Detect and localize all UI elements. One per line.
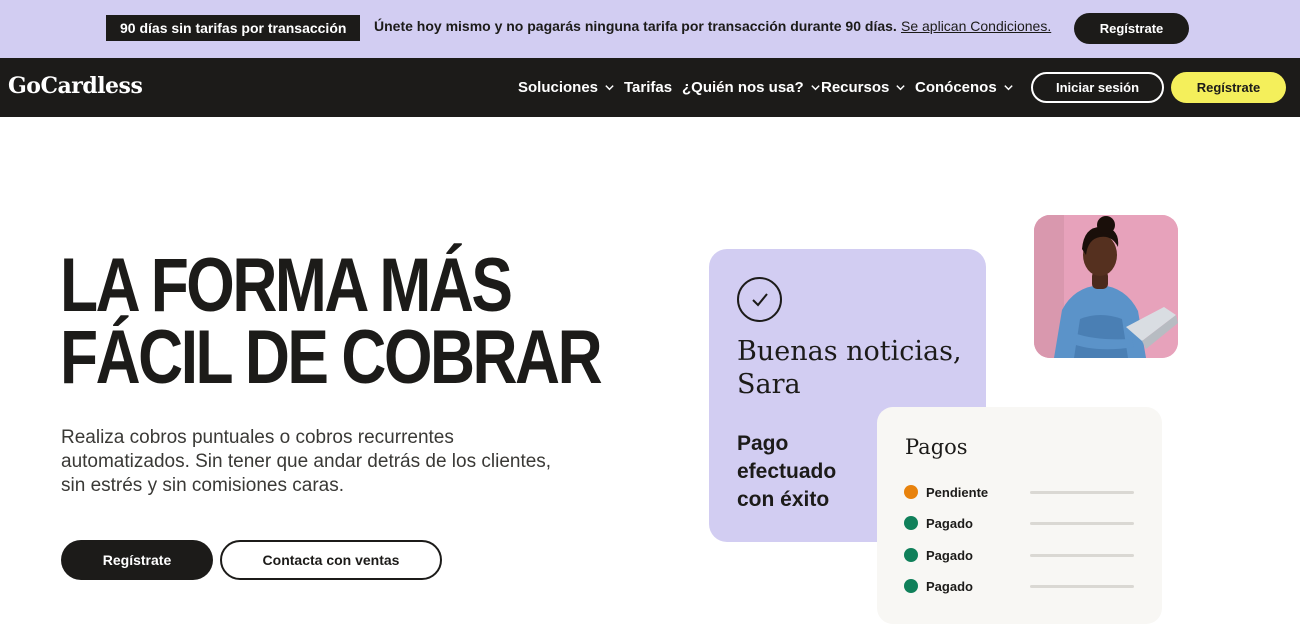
payment-row: Pagado [904, 577, 1134, 595]
notification-greeting: Buenas noticias, Sara [737, 336, 962, 400]
nav-item-tarifas[interactable]: Tarifas [624, 79, 672, 96]
status-dot-icon [904, 516, 918, 530]
nav-item-label: Conócenos [915, 79, 997, 96]
payment-status-label: Pagado [926, 578, 973, 594]
hero-register-button[interactable]: Regístrate [61, 540, 213, 580]
login-button[interactable]: Iniciar sesión [1031, 72, 1164, 103]
status-dot-icon [904, 485, 918, 499]
hero-title-line-2: FÁCIL DE COBRAR [60, 315, 603, 400]
nav-item-conocenos[interactable]: Conócenos [915, 79, 1014, 96]
payments-card: Pagos Pendiente Pagado Pagado Pagado [877, 407, 1162, 624]
promo-conditions-link[interactable]: Se aplican Condiciones. [901, 18, 1051, 34]
payment-placeholder-line [1029, 584, 1134, 588]
payment-status-label: Pagado [926, 515, 973, 531]
nav-item-label: ¿Quién nos usa? [682, 79, 804, 96]
nav-item-label: Soluciones [518, 79, 599, 96]
chevron-down-icon [896, 85, 906, 91]
payments-title: Pagos [905, 435, 968, 459]
notification-status: Pago efectuado con éxito [737, 432, 837, 511]
payment-placeholder-line [1029, 490, 1134, 494]
hero-subtitle: Realiza cobros puntuales o cobros recurr… [61, 427, 552, 496]
checkmark-icon [737, 277, 782, 322]
payment-placeholder-line [1029, 553, 1134, 557]
nav-item-label: Tarifas [624, 79, 673, 96]
main-nav: GoCardless Soluciones Tarifas ¿Quién nos… [0, 58, 1300, 117]
payment-status-label: Pagado [926, 547, 973, 563]
chevron-down-icon [605, 85, 614, 91]
promo-text: Únete hoy mismo y no pagarás ninguna tar… [374, 18, 897, 34]
nav-item-label: Recursos [821, 79, 890, 96]
hero-title: LA FORMA MÁS FÁCIL DE COBRAR [60, 248, 603, 396]
promo-register-button[interactable]: Regístrate [1074, 13, 1189, 44]
payment-row: Pagado [904, 514, 1134, 532]
chevron-down-icon [811, 85, 820, 91]
nav-register-button[interactable]: Regístrate [1171, 72, 1286, 103]
customer-photo [1034, 215, 1178, 358]
contact-sales-button[interactable]: Contacta con ventas [220, 540, 442, 580]
nav-item-recursos[interactable]: Recursos [821, 79, 906, 96]
gocardless-logo[interactable]: GoCardless [8, 73, 143, 99]
payment-row: Pagado [904, 546, 1134, 564]
nav-item-soluciones[interactable]: Soluciones [518, 79, 615, 96]
nav-item-quien-nos-usa[interactable]: ¿Quién nos usa? [682, 79, 821, 96]
payment-status-label: Pendiente [926, 484, 989, 500]
chevron-down-icon [1004, 85, 1013, 91]
status-dot-icon [904, 548, 918, 562]
promo-badge: 90 días sin tarifas por transacción [106, 15, 361, 41]
payment-placeholder-line [1029, 521, 1134, 525]
promo-banner: 90 días sin tarifas por transacción Únet… [0, 0, 1300, 58]
payment-row: Pendiente [904, 483, 1134, 501]
status-dot-icon [904, 579, 918, 593]
